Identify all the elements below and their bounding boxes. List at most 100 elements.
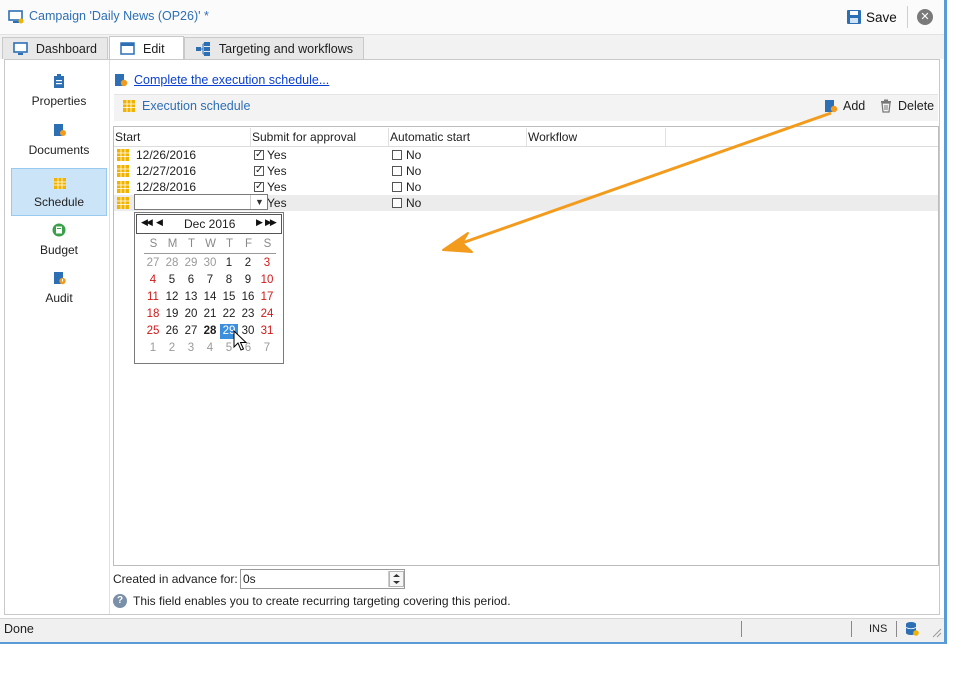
previous-month-icon[interactable]: ◀ (156, 217, 163, 228)
table-row[interactable]: 12/28/2016 ✓ Yes No (114, 179, 938, 195)
complete-schedule-link[interactable]: Complete the execution schedule... (134, 73, 329, 87)
properties-icon (54, 74, 64, 88)
calendar-day[interactable]: 4 (201, 341, 219, 356)
chevron-down-icon[interactable]: ▼ (250, 195, 268, 209)
sidebar-item-documents[interactable]: Documents (11, 123, 107, 169)
advance-duration-input[interactable] (240, 569, 405, 589)
calendar-day[interactable]: 17 (258, 290, 276, 305)
calendar-day[interactable]: 5 (163, 273, 181, 288)
start-date: 12/27/2016 (136, 164, 197, 178)
automatic-start-label: No (406, 164, 422, 178)
delete-button[interactable]: Delete (879, 99, 934, 113)
automatic-start-label: No (406, 148, 422, 162)
sidebar-item-budget[interactable]: Budget (11, 223, 107, 269)
column-header-workflow[interactable]: Workflow (528, 130, 577, 144)
start-date-input[interactable] (134, 194, 268, 210)
column-header-submit[interactable]: Submit for approval (252, 130, 356, 144)
sidebar-item-schedule[interactable]: Schedule (11, 168, 107, 216)
calendar-day[interactable]: 27 (182, 324, 200, 339)
calendar-day[interactable]: 16 (239, 290, 257, 305)
calendar-day[interactable]: 8 (220, 273, 238, 288)
tab-edit[interactable]: Edit (109, 36, 184, 60)
submit-approval-label: Yes (267, 164, 287, 178)
calendar-icon (123, 100, 135, 112)
calendar-day[interactable]: 13 (182, 290, 200, 305)
automatic-start-checkbox[interactable] (392, 150, 402, 160)
table-row[interactable]: 12/26/2016 ✓ Yes No (114, 147, 938, 163)
execution-schedule-button[interactable]: Execution schedule (122, 99, 250, 113)
calendar-day[interactable]: 3 (182, 341, 200, 356)
calendar-day[interactable]: 19 (163, 307, 181, 322)
submit-approval-checkbox[interactable]: ✓ (254, 182, 264, 192)
dashboard-icon (13, 41, 28, 55)
automatic-start-checkbox[interactable] (392, 166, 402, 176)
calendar-day[interactable]: 28 (201, 324, 219, 339)
calendar-day[interactable]: 14 (201, 290, 219, 305)
calendar-day[interactable]: 9 (239, 273, 257, 288)
calendar-day[interactable]: 11 (144, 290, 162, 305)
close-icon[interactable]: ✕ (917, 9, 933, 25)
schedule-wizard-icon (115, 74, 128, 87)
calendar-day[interactable]: 4 (144, 273, 162, 288)
calendar-day[interactable]: 2 (239, 256, 257, 271)
calendar-day[interactable]: 29 (182, 256, 200, 271)
title-separator (907, 6, 908, 28)
save-icon (847, 10, 861, 24)
calendar-day[interactable]: 1 (144, 341, 162, 356)
delete-label: Delete (898, 99, 935, 113)
next-year-icon[interactable]: ▶▶ (265, 217, 277, 228)
help-row: ? This field enables you to create recur… (113, 594, 511, 608)
table-row[interactable]: 12/27/2016 ✓ Yes No (114, 163, 938, 179)
calendar-day[interactable]: 15 (220, 290, 238, 305)
tab-targeting-workflows[interactable]: Targeting and workflows (184, 37, 364, 59)
automatic-start-checkbox[interactable] (392, 198, 402, 208)
status-separator (851, 621, 852, 637)
submit-approval-checkbox[interactable]: ✓ (254, 166, 264, 176)
duration-stepper[interactable] (388, 571, 404, 587)
calendar-day[interactable]: 2 (163, 341, 181, 356)
save-button[interactable]: Save (846, 7, 897, 27)
calendar-day[interactable]: 10 (258, 273, 276, 288)
database-icon (905, 622, 919, 636)
add-button[interactable]: Add (824, 99, 865, 113)
campaign-icon (8, 10, 24, 24)
calendar-day[interactable]: 7 (258, 341, 276, 356)
calendar-day[interactable]: 31 (258, 324, 276, 339)
calendar-day[interactable]: 6 (182, 273, 200, 288)
calendar-day[interactable]: 23 (239, 307, 257, 322)
execution-schedule-link-row: Complete the execution schedule... (114, 72, 329, 88)
status-bar (0, 618, 944, 642)
sidebar-item-audit[interactable]: Audit (11, 271, 107, 317)
window-title: Campaign 'Daily News (OP26)' * (29, 9, 209, 23)
calendar-day[interactable]: 24 (258, 307, 276, 322)
resize-grip-icon[interactable] (932, 628, 942, 638)
calendar-day[interactable]: 27 (144, 256, 162, 271)
calendar-day[interactable]: 1 (220, 256, 238, 271)
sidebar-item-label: Audit (45, 291, 73, 305)
calendar-icon (117, 197, 129, 209)
tab-dashboard[interactable]: Dashboard (2, 37, 108, 59)
add-label: Add (843, 99, 866, 113)
automatic-start-label: No (406, 180, 422, 194)
previous-year-icon[interactable]: ◀◀ (141, 217, 153, 228)
calendar-day[interactable]: 12 (163, 290, 181, 305)
calendar-day[interactable]: 20 (182, 307, 200, 322)
sidebar-item-properties[interactable]: Properties (11, 74, 107, 120)
automatic-start-checkbox[interactable] (392, 182, 402, 192)
column-header-start[interactable]: Start (115, 130, 140, 144)
calendar-day[interactable]: 26 (163, 324, 181, 339)
next-month-icon[interactable]: ▶ (256, 217, 263, 228)
calendar-day[interactable]: 22 (220, 307, 238, 322)
calendar-day[interactable]: 25 (144, 324, 162, 339)
submit-approval-checkbox[interactable]: ✓ (254, 150, 264, 160)
column-header-auto-start[interactable]: Automatic start (390, 130, 470, 144)
calendar-day[interactable]: 21 (201, 307, 219, 322)
calendar-day[interactable]: 18 (144, 307, 162, 322)
calendar-day[interactable]: 30 (201, 256, 219, 271)
start-date: 12/28/2016 (136, 180, 197, 194)
status-separator (896, 621, 897, 637)
calendar-day[interactable]: 28 (163, 256, 181, 271)
weekday-label: T (225, 238, 234, 250)
calendar-day[interactable]: 7 (201, 273, 219, 288)
calendar-day[interactable]: 3 (258, 256, 276, 271)
